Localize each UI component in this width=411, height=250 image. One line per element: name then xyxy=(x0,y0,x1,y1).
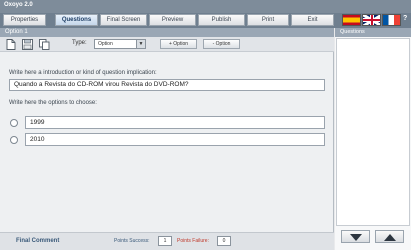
menu-final-screen-button[interactable]: Final Screen xyxy=(100,14,147,26)
introduction-label: Write here a introduction or kind of que… xyxy=(9,70,157,76)
menu-bar: Properties Questions Final Screen Previe… xyxy=(0,13,411,28)
type-select-value: Option xyxy=(98,41,113,47)
points-failure-label: Points Failure: xyxy=(177,238,209,244)
question-editor-panel: Option 1 Type: Option ▼ + Option - Optio… xyxy=(0,28,334,250)
down-arrow-icon xyxy=(350,234,362,241)
questions-list[interactable] xyxy=(336,38,410,226)
points-failure-input[interactable]: 0 xyxy=(217,236,231,246)
option-2-input[interactable]: 2010 xyxy=(25,133,325,146)
chevron-down-icon: ▼ xyxy=(136,40,145,48)
new-document-icon[interactable] xyxy=(5,39,16,50)
questions-sidebar-title: Questions xyxy=(340,29,365,35)
menu-preview-button[interactable]: Preview xyxy=(149,14,196,26)
menu-properties-button[interactable]: Properties xyxy=(3,14,46,26)
option-2-radio[interactable] xyxy=(10,136,18,144)
questions-sidebar-header: Questions xyxy=(335,28,411,37)
option-header-title: Option 1 xyxy=(5,29,28,35)
options-label: Write here the options to choose: xyxy=(9,100,97,106)
option-1-radio[interactable] xyxy=(10,119,18,127)
french-flag-icon[interactable] xyxy=(382,14,401,26)
app-window: Oxoyo 2.0 Properties Questions Final Scr… xyxy=(0,0,411,250)
points-success-input[interactable]: 1 xyxy=(158,236,172,246)
copy-icon[interactable] xyxy=(39,39,50,50)
editor-footer: Final Comment Points Success: 1 Points F… xyxy=(0,232,334,250)
questions-sidebar: Questions xyxy=(335,28,411,250)
spanish-flag-icon[interactable] xyxy=(342,14,361,26)
app-title: Oxoyo 2.0 xyxy=(4,2,33,8)
save-icon[interactable] xyxy=(22,39,33,50)
question-input[interactable]: Quando a Revista do CD-ROM virou Revista… xyxy=(9,79,325,91)
option-1-input[interactable]: 1999 xyxy=(25,116,325,129)
move-down-button[interactable] xyxy=(341,230,370,243)
points-success-label: Points Success: xyxy=(114,238,150,244)
up-arrow-icon xyxy=(384,234,396,241)
menu-exit-button[interactable]: Exit xyxy=(291,14,334,26)
remove-option-button[interactable]: - Option xyxy=(203,39,240,49)
menu-questions-button[interactable]: Questions xyxy=(55,14,98,26)
uk-flag-icon[interactable] xyxy=(362,14,381,26)
editor-toolbar: Type: Option ▼ + Option - Option xyxy=(0,37,334,52)
help-button[interactable]: ? xyxy=(403,15,407,22)
add-option-button[interactable]: + Option xyxy=(160,39,197,49)
title-bar: Oxoyo 2.0 xyxy=(0,0,411,13)
type-select[interactable]: Option ▼ xyxy=(94,39,146,49)
menu-publish-button[interactable]: Publish xyxy=(198,14,245,26)
move-up-button[interactable] xyxy=(375,230,404,243)
menu-print-button[interactable]: Print xyxy=(247,14,289,26)
type-label: Type: xyxy=(72,40,87,46)
final-comment-label[interactable]: Final Comment xyxy=(16,238,59,244)
option-header: Option 1 xyxy=(0,28,334,37)
